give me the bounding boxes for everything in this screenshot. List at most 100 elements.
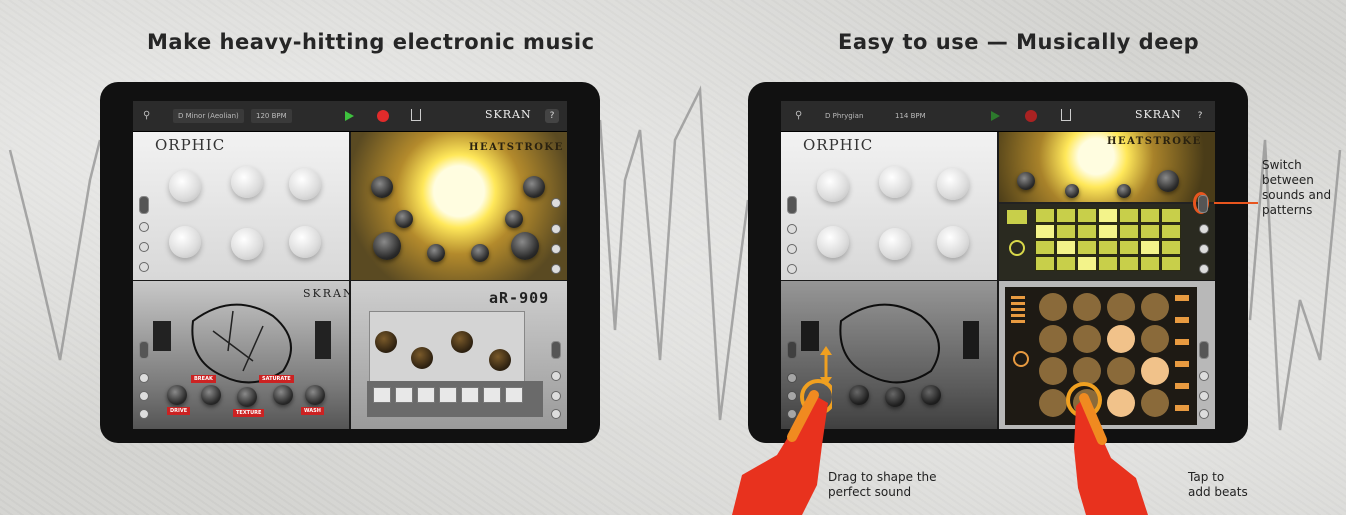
mixer-icon[interactable]: ⚲: [795, 109, 802, 123]
drum-pad[interactable]: [439, 387, 457, 403]
module-side-button[interactable]: [139, 409, 149, 419]
pattern-step[interactable]: [1077, 208, 1097, 223]
pattern-step[interactable]: [1035, 240, 1055, 255]
module-side-button[interactable]: [1199, 371, 1209, 381]
module-side-button[interactable]: [1199, 409, 1209, 419]
pattern-step[interactable]: [1077, 224, 1097, 239]
module-side-button[interactable]: [551, 409, 561, 419]
module-switch-toggle[interactable]: [139, 196, 149, 214]
beat-pad[interactable]: [1107, 325, 1135, 353]
module-side-button[interactable]: [551, 371, 561, 381]
pattern-step[interactable]: [1098, 224, 1118, 239]
pattern-step[interactable]: [1119, 256, 1139, 271]
pattern-step[interactable]: [1119, 208, 1139, 223]
module-side-button[interactable]: [1199, 224, 1209, 234]
pattern-step[interactable]: [1035, 208, 1055, 223]
module-side-button[interactable]: [787, 224, 797, 234]
heatstroke-knob[interactable]: [511, 232, 539, 260]
orphic-knob[interactable]: [937, 226, 969, 258]
orphic-knob[interactable]: [817, 170, 849, 202]
module-side-button[interactable]: [787, 244, 797, 254]
skran-knob[interactable]: [237, 387, 257, 407]
mixer-icon[interactable]: ⚲: [143, 109, 150, 123]
share-icon[interactable]: [411, 109, 421, 121]
pattern-step[interactable]: [1119, 224, 1139, 239]
module-switch-toggle[interactable]: [1198, 195, 1208, 213]
pattern-step[interactable]: [1056, 208, 1076, 223]
pattern-dial-icon[interactable]: [1009, 240, 1025, 256]
heatstroke-knob[interactable]: [1157, 170, 1179, 192]
module-side-button[interactable]: [139, 242, 149, 252]
pattern-step[interactable]: [1035, 224, 1055, 239]
skran-knob[interactable]: [885, 387, 905, 407]
orphic-knob[interactable]: [817, 226, 849, 258]
pattern-step[interactable]: [1098, 256, 1118, 271]
orphic-knob[interactable]: [937, 168, 969, 200]
ar909-knob[interactable]: [489, 349, 511, 371]
orphic-knob[interactable]: [289, 226, 321, 258]
beat-pad[interactable]: [1141, 325, 1169, 353]
pattern-step[interactable]: [1140, 208, 1160, 223]
play-icon[interactable]: [991, 111, 1000, 121]
drum-pad[interactable]: [461, 387, 479, 403]
heatstroke-knob[interactable]: [523, 176, 545, 198]
heatstroke-knob[interactable]: [1117, 184, 1131, 198]
heatstroke-knob[interactable]: [395, 210, 413, 228]
module-side-button[interactable]: [551, 224, 561, 234]
pattern-step[interactable]: [1140, 224, 1160, 239]
skran-knob[interactable]: [849, 385, 869, 405]
pattern-step[interactable]: [1035, 256, 1055, 271]
module-side-button[interactable]: [1199, 244, 1209, 254]
pattern-step[interactable]: [1098, 240, 1118, 255]
pattern-step[interactable]: [1077, 256, 1097, 271]
pattern-step[interactable]: [1056, 224, 1076, 239]
beat-pad[interactable]: [1107, 293, 1135, 321]
module-switch-toggle[interactable]: [787, 196, 797, 214]
pattern-step[interactable]: [1098, 208, 1118, 223]
skran-knob[interactable]: [201, 385, 221, 405]
skran-knob[interactable]: [305, 385, 325, 405]
drum-pad[interactable]: [373, 387, 391, 403]
drum-pad[interactable]: [483, 387, 501, 403]
module-switch-toggle[interactable]: [551, 341, 561, 359]
skran-knob[interactable]: [167, 385, 187, 405]
pattern-step[interactable]: [1161, 224, 1181, 239]
module-side-button[interactable]: [787, 264, 797, 274]
pattern-step[interactable]: [1119, 240, 1139, 255]
pattern-step[interactable]: [1056, 256, 1076, 271]
orphic-knob[interactable]: [231, 166, 263, 198]
module-switch-toggle[interactable]: [1199, 341, 1209, 359]
drum-pad[interactable]: [505, 387, 523, 403]
module-side-button[interactable]: [139, 373, 149, 383]
heatstroke-knob[interactable]: [427, 244, 445, 262]
record-icon[interactable]: [377, 110, 389, 122]
orphic-knob[interactable]: [879, 228, 911, 260]
heatstroke-knob[interactable]: [1017, 172, 1035, 190]
orphic-knob[interactable]: [169, 226, 201, 258]
beat-dial-icon[interactable]: [1013, 351, 1029, 367]
module-side-button[interactable]: [551, 391, 561, 401]
help-button[interactable]: ?: [545, 109, 559, 123]
module-side-button[interactable]: [1199, 391, 1209, 401]
skran-knob[interactable]: [273, 385, 293, 405]
ar909-knob[interactable]: [375, 331, 397, 353]
key-selector[interactable]: D Minor (Aeolian): [173, 109, 244, 123]
heatstroke-knob[interactable]: [505, 210, 523, 228]
module-side-button[interactable]: [139, 262, 149, 272]
orphic-knob[interactable]: [231, 228, 263, 260]
record-icon[interactable]: [1025, 110, 1037, 122]
ar909-knob[interactable]: [451, 331, 473, 353]
pattern-step[interactable]: [1077, 240, 1097, 255]
pattern-step[interactable]: [1161, 256, 1181, 271]
pattern-step[interactable]: [1161, 208, 1181, 223]
module-switch-toggle[interactable]: [139, 341, 149, 359]
module-side-button[interactable]: [551, 198, 561, 208]
beat-pad[interactable]: [1039, 357, 1067, 385]
tempo-display[interactable]: 120 BPM: [251, 109, 292, 123]
help-button[interactable]: ?: [1193, 109, 1207, 123]
drum-pad[interactable]: [395, 387, 413, 403]
module-side-button[interactable]: [1199, 264, 1209, 274]
beat-pad[interactable]: [1039, 389, 1067, 417]
play-icon[interactable]: [345, 111, 354, 121]
heatstroke-knob[interactable]: [1065, 184, 1079, 198]
